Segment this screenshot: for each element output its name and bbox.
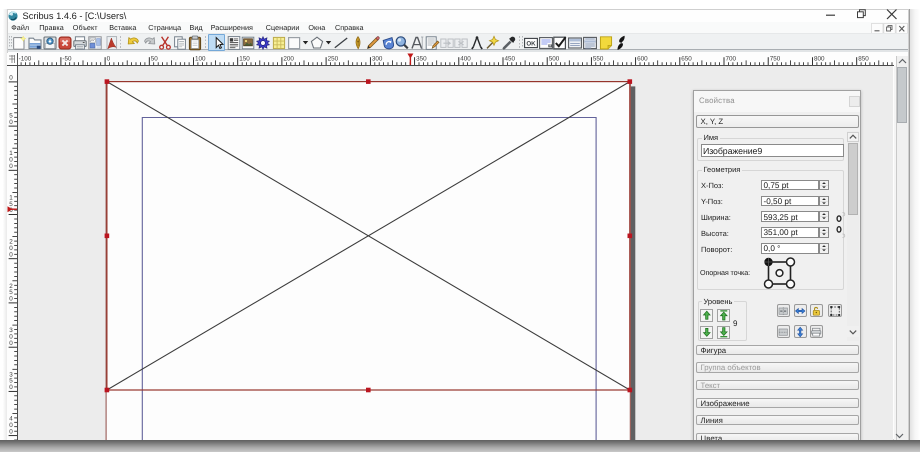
svg-text:600: 600 xyxy=(637,55,648,62)
svg-text:0: 0 xyxy=(9,74,13,81)
svg-text:850: 850 xyxy=(858,55,869,62)
svg-text:100: 100 xyxy=(195,55,206,62)
svg-text:200: 200 xyxy=(283,55,294,62)
svg-text:350: 350 xyxy=(416,55,427,62)
svg-text:700: 700 xyxy=(725,55,736,62)
svg-text:-100: -100 xyxy=(18,55,31,62)
svg-text:800: 800 xyxy=(814,55,825,62)
svg-text:OK: OK xyxy=(526,41,536,48)
svg-text:450: 450 xyxy=(504,55,515,62)
svg-text:550: 550 xyxy=(592,55,603,62)
svg-text:150: 150 xyxy=(239,55,250,62)
svg-text:0: 0 xyxy=(9,295,13,302)
svg-text:-50: -50 xyxy=(62,55,72,62)
svg-text:0: 0 xyxy=(9,163,13,170)
svg-text:500: 500 xyxy=(548,55,559,62)
svg-text:650: 650 xyxy=(681,55,692,62)
svg-text:0: 0 xyxy=(9,119,13,126)
svg-text:0: 0 xyxy=(106,55,110,62)
svg-text:50: 50 xyxy=(150,55,158,62)
svg-text:0: 0 xyxy=(9,428,13,435)
svg-text:0: 0 xyxy=(9,251,13,258)
svg-text:250: 250 xyxy=(327,55,338,62)
svg-text:750: 750 xyxy=(769,55,780,62)
svg-text:0: 0 xyxy=(9,340,13,347)
svg-text:0: 0 xyxy=(9,384,13,391)
svg-text:300: 300 xyxy=(371,55,382,62)
svg-text:400: 400 xyxy=(460,55,471,62)
